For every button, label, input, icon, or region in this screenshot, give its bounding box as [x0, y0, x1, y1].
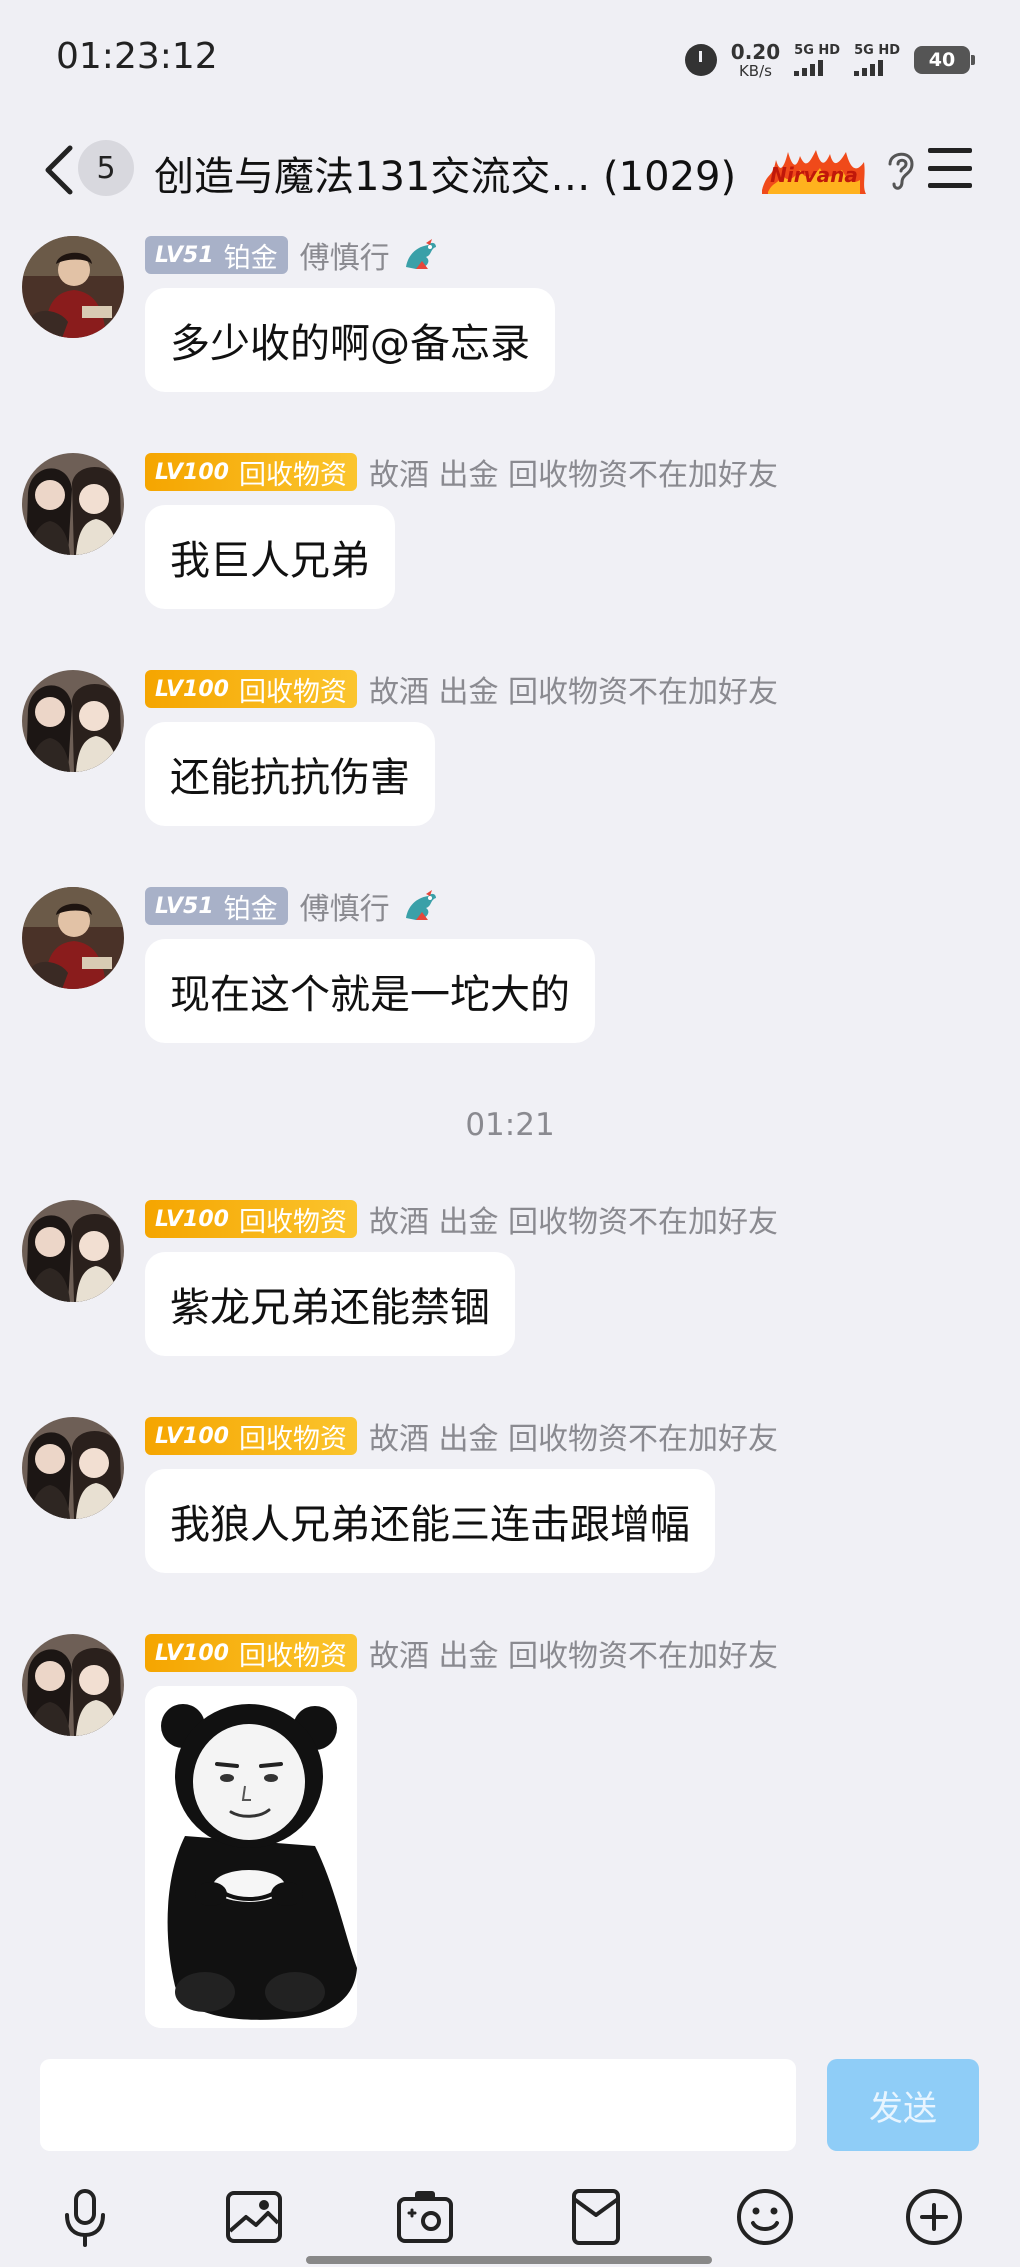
microphone-icon[interactable] [53, 2185, 117, 2249]
ear-icon[interactable] [882, 146, 918, 194]
message-meta: LV100 回收物资 故酒 出金 回收物资不在加好友 [145, 1631, 778, 1675]
status-bar: 01:23:12 0.20 KB/s 5G HD 5G HD 40 [0, 0, 1020, 120]
sender-name[interactable]: 傅慎行 [300, 233, 390, 277]
member-title: 回收物资 [238, 676, 347, 708]
message-item: LV100 回收物资 故酒 出金 回收物资不在加好友 还能抗抗伤害 [0, 670, 1020, 850]
message-meta: LV100 回收物资 故酒 出金 回收物资不在加好友 [145, 667, 778, 711]
signal-bars-icon [854, 60, 884, 76]
unread-count-badge[interactable]: 5 [78, 140, 134, 196]
member-title: 回收物资 [238, 1423, 347, 1455]
level-badge: LV51 铂金 [145, 887, 288, 925]
dragon-icon [405, 239, 436, 269]
avatar[interactable] [22, 670, 124, 772]
file-icon[interactable] [564, 2185, 628, 2249]
sender-name[interactable]: 故酒 出金 回收物资不在加好友 [369, 450, 778, 494]
sender-name[interactable]: 故酒 出金 回收物资不在加好友 [369, 667, 778, 711]
member-title: 回收物资 [238, 1206, 347, 1238]
avatar[interactable] [22, 1634, 124, 1736]
message-item: LV100 回收物资 故酒 出金 回收物资不在加好友 [0, 1634, 1020, 2034]
message-item: LV51 铂金 傅慎行 现在这个就是一坨大的 [0, 887, 1020, 1067]
plus-icon[interactable] [902, 2185, 966, 2249]
signal-bars-icon [794, 60, 824, 76]
sim2-label: 5G HD [854, 43, 900, 58]
send-button[interactable]: 发送 [827, 2059, 979, 2151]
avatar[interactable] [22, 1417, 124, 1519]
message-bubble[interactable]: 现在这个就是一坨大的 [145, 939, 595, 1043]
sender-name[interactable]: 傅慎行 [300, 884, 390, 928]
level-label: LV100 [155, 1640, 229, 1666]
message-bubble[interactable]: 我狼人兄弟还能三连击跟增幅 [145, 1469, 715, 1573]
network-speed-value: 0.20 [730, 39, 781, 64]
level-label: LV100 [155, 676, 229, 702]
time-separator: 01:21 [465, 1107, 555, 1143]
level-badge: LV100 回收物资 [145, 1417, 357, 1455]
dragon-icon [405, 890, 436, 920]
message-bubble[interactable]: 我巨人兄弟 [145, 505, 395, 609]
message-bubble[interactable]: 还能抗抗伤害 [145, 722, 435, 826]
chat-header: 5 创造与魔法131交流交… (1029) Nirvana [0, 120, 1020, 230]
message-meta: LV100 回收物资 故酒 出金 回收物资不在加好友 [145, 450, 778, 494]
emoji-icon[interactable] [733, 2185, 797, 2249]
sender-name[interactable]: 故酒 出金 回收物资不在加好友 [369, 1197, 778, 1241]
member-title: 回收物资 [238, 459, 347, 491]
avatar[interactable] [22, 1200, 124, 1302]
sim1-signal: 5G HD [794, 44, 840, 76]
member-title: 铂金 [223, 893, 278, 925]
panda-meme-sticker[interactable] [145, 1686, 357, 2028]
message-input[interactable] [40, 2059, 796, 2151]
level-label: LV100 [155, 1423, 229, 1449]
message-item: LV100 回收物资 故酒 出金 回收物资不在加好友 我巨人兄弟 [0, 453, 1020, 633]
status-icons: 0.20 KB/s 5G HD 5G HD 40 [684, 40, 975, 80]
panda-sticker-image [145, 1686, 357, 2028]
input-area: 发送 [0, 2045, 1020, 2267]
fire-group-badge: Nirvana [762, 150, 866, 194]
avatar[interactable] [22, 453, 124, 555]
home-indicator[interactable] [306, 2256, 712, 2264]
sender-name[interactable]: 故酒 出金 回收物资不在加好友 [369, 1414, 778, 1458]
sender-name[interactable]: 故酒 出金 回收物资不在加好友 [369, 1631, 778, 1675]
sim2-signal: 5G HD [854, 44, 900, 76]
message-item: LV100 回收物资 故酒 出金 回收物资不在加好友 我狼人兄弟还能三连击跟增幅 [0, 1417, 1020, 1597]
message-meta: LV100 回收物资 故酒 出金 回收物资不在加好友 [145, 1197, 778, 1241]
message-item: LV51 铂金 傅慎行 多少收的啊@备忘录 [0, 236, 1020, 416]
message-bubble[interactable]: 多少收的啊@备忘录 [145, 288, 555, 392]
member-title: 回收物资 [238, 1640, 347, 1672]
level-badge: LV51 铂金 [145, 236, 288, 274]
group-title[interactable]: 创造与魔法131交流交… (1029) [154, 144, 736, 202]
status-time: 01:23:12 [56, 36, 218, 77]
level-label: LV100 [155, 1206, 229, 1232]
battery-icon: 40 [914, 46, 975, 74]
message-item: LV100 回收物资 故酒 出金 回收物资不在加好友 紫龙兄弟还能禁锢 [0, 1200, 1020, 1380]
message-bubble[interactable]: 紫龙兄弟还能禁锢 [145, 1252, 515, 1356]
menu-icon[interactable] [928, 148, 972, 188]
network-speed-unit: KB/s [738, 61, 772, 80]
level-badge: LV100 回收物资 [145, 1634, 357, 1672]
level-label: LV51 [155, 242, 214, 268]
network-speed: 0.20 KB/s [731, 42, 780, 79]
avatar[interactable] [22, 236, 124, 338]
level-badge: LV100 回收物资 [145, 1200, 357, 1238]
sim1-label: 5G HD [794, 43, 841, 58]
image-icon[interactable] [222, 2185, 286, 2249]
avatar[interactable] [22, 887, 124, 989]
camera-icon[interactable] [393, 2185, 457, 2249]
back-arrow-icon[interactable] [40, 142, 80, 198]
level-badge: LV100 回收物资 [145, 670, 357, 708]
level-label: LV51 [155, 893, 214, 919]
message-meta: LV100 回收物资 故酒 出金 回收物资不在加好友 [145, 1414, 778, 1458]
level-label: LV100 [155, 459, 229, 485]
input-toolbar [0, 2185, 1020, 2249]
member-title: 铂金 [223, 242, 278, 274]
fire-badge-text: Nirvana [770, 163, 858, 187]
message-meta: LV51 铂金 傅慎行 [145, 233, 440, 277]
alarm-icon [684, 44, 717, 76]
level-badge: LV100 回收物资 [145, 453, 357, 491]
message-meta: LV51 铂金 傅慎行 [145, 884, 440, 928]
